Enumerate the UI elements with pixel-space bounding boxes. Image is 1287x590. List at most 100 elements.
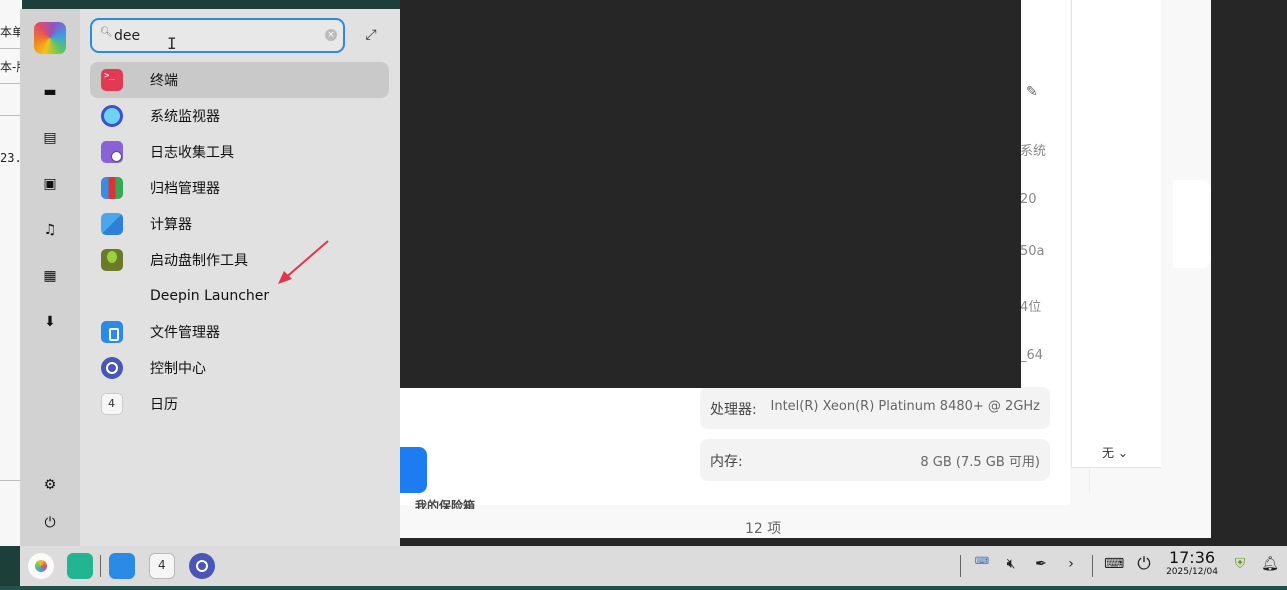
picture-icon[interactable]: ▣ <box>41 175 59 193</box>
vault-label: 我的保险箱 <box>415 499 476 509</box>
keyboard-icon[interactable]: ⌨ <box>1104 556 1124 572</box>
volume-muted-icon[interactable]: 🔇︎ <box>1001 556 1021 572</box>
fullscreen-icon[interactable]: ⤢ <box>362 27 380 45</box>
edit-icon[interactable]: ✎ <box>1026 84 1038 100</box>
app-item-system-monitor[interactable]: 系统监视器 <box>90 98 389 134</box>
file-manager-icon <box>101 321 123 343</box>
boot-maker-icon <box>101 249 123 271</box>
app-item-calculator[interactable]: 计算器 <box>90 206 389 242</box>
background-text-fragment: 23. <box>0 151 22 165</box>
memory-label: 内存: <box>710 454 743 470</box>
app-name: Deepin Launcher <box>150 288 270 304</box>
divider <box>0 115 22 116</box>
search-results-list: 终端 系统监视器 日志收集工具 归档管理器 计算器 启动盘制作工具 <box>90 62 389 422</box>
processor-value: Intel(R) Xeon(R) Platinum 8480+ @ 2GHz <box>770 399 1041 414</box>
app-name: 控制中心 <box>150 361 206 377</box>
select-dropdown[interactable]: 无 ⌄ <box>1102 444 1128 461</box>
app-name: 日志收集工具 <box>150 145 234 161</box>
divider <box>1092 555 1093 577</box>
app-item-deepin-launcher[interactable]: Deepin Launcher <box>90 278 389 314</box>
info-value-fragment: 20 <box>1020 192 1037 207</box>
processor-row: 处理器: Intel(R) Xeon(R) Platinum 8480+ @ 2… <box>700 387 1050 429</box>
calendar-day: 4 <box>158 558 166 572</box>
side-panel: 无 ⌄ <box>1071 0 1161 468</box>
calendar-day: 4 <box>108 397 115 410</box>
app-launcher: ▬ ▤ ▣ ♫ ▦ ⬇ ⚙ ⏻ 🔍︎ × ⤢ 终端 系统监视器 日志收集工具 <box>20 9 400 546</box>
app-name: 归档管理器 <box>150 181 220 197</box>
launcher-icon[interactable] <box>28 553 54 579</box>
terminal-window-background <box>400 0 1021 388</box>
divider <box>0 48 22 49</box>
processor-label: 处理器: <box>710 402 757 418</box>
calendar-icon[interactable]: 4 <box>149 553 175 579</box>
power-icon[interactable]: ⏻ <box>41 514 59 532</box>
info-value-fragment: 系统 <box>1020 144 1047 159</box>
search-box[interactable]: 🔍︎ × <box>90 18 345 53</box>
floating-card <box>1173 180 1211 268</box>
log-viewer-icon <box>101 141 123 163</box>
multitask-view-icon[interactable] <box>67 553 93 579</box>
deepin-logo-icon[interactable] <box>34 22 66 54</box>
background-window-left: 本单 本-版 23. <box>0 0 28 546</box>
divider <box>100 555 101 577</box>
app-item-boot-maker[interactable]: 启动盘制作工具 <box>90 242 389 278</box>
calculator-icon <box>101 213 123 235</box>
document-icon[interactable]: ▤ <box>41 129 59 147</box>
power-icon[interactable]: ⏻ <box>1134 554 1154 574</box>
app-name: 计算器 <box>150 217 192 233</box>
input-method-icon[interactable]: ⌨ <box>972 556 992 567</box>
divider <box>0 480 22 481</box>
divider <box>960 555 961 577</box>
music-icon[interactable]: ♫ <box>41 221 59 239</box>
info-value-fragment: _64 <box>1020 348 1044 363</box>
control-center-icon <box>101 357 123 379</box>
app-item-control-center[interactable]: 控制中心 <box>90 350 389 386</box>
terminal-icon <box>101 69 123 91</box>
app-name: 终端 <box>150 73 178 89</box>
app-item-file-manager[interactable]: 文件管理器 <box>90 314 389 350</box>
desktop-icon[interactable]: ▬ <box>41 83 59 101</box>
notification-bell-icon[interactable]: 🔔︎ <box>1260 556 1280 572</box>
archive-manager-icon <box>101 177 123 199</box>
desktop-edge <box>0 586 1287 590</box>
chevron-right-icon[interactable]: › <box>1061 556 1081 572</box>
clear-icon[interactable]: × <box>325 29 337 41</box>
clock-time: 17:36 <box>1168 548 1216 567</box>
missing-app-icon <box>101 285 123 307</box>
app-item-log-viewer[interactable]: 日志收集工具 <box>90 134 389 170</box>
dark-window-edge <box>400 538 1211 546</box>
annotation-arrow <box>278 240 329 284</box>
app-name: 日历 <box>150 397 178 413</box>
blue-button[interactable] <box>400 447 427 493</box>
settings-icon[interactable]: ⚙ <box>41 476 59 494</box>
pen-icon[interactable]: ✒ <box>1031 556 1051 572</box>
taskbar: 4 ⌨ 🔇︎ ✒ › ⌨ ⏻ 17:36 2025/12/04 ⛨ 🔔︎ <box>20 546 1287 586</box>
memory-value: 8 GB (7.5 GB 可用) <box>920 455 1040 470</box>
file-manager-icon[interactable] <box>109 553 135 579</box>
select-value: 无 <box>1102 446 1115 460</box>
launcher-sidebar: ▬ ▤ ▣ ♫ ▦ ⬇ ⚙ ⏻ <box>20 9 80 546</box>
launcher-main: 🔍︎ × ⤢ 终端 系统监视器 日志收集工具 归档管理器 <box>80 9 400 546</box>
calendar-icon: 4 <box>101 393 123 415</box>
dark-window-edge <box>1211 0 1287 546</box>
control-center-icon[interactable] <box>189 553 215 579</box>
app-item-calendar[interactable]: 4 日历 <box>90 386 389 422</box>
text-cursor-icon: I <box>167 34 177 53</box>
clock[interactable]: 17:36 2025/12/04 <box>1160 548 1224 577</box>
app-name: 系统监视器 <box>150 109 220 125</box>
info-value-fragment: 4位 <box>1020 300 1042 315</box>
app-item-terminal[interactable]: 终端 <box>90 62 389 98</box>
search-input[interactable] <box>114 26 314 46</box>
search-icon: 🔍︎ <box>100 27 113 38</box>
security-shield-icon[interactable]: ⛨ <box>1230 556 1250 572</box>
video-icon[interactable]: ▦ <box>41 267 59 285</box>
app-name: 启动盘制作工具 <box>150 253 248 269</box>
info-value-fragment: 50a <box>1020 244 1045 259</box>
divider <box>0 83 22 84</box>
app-name: 文件管理器 <box>150 325 220 341</box>
system-monitor-icon <box>101 105 123 127</box>
download-icon[interactable]: ⬇ <box>41 313 59 331</box>
item-count: 12 项 <box>745 521 782 537</box>
memory-row: 内存: 8 GB (7.5 GB 可用) <box>700 439 1050 481</box>
app-item-archive-manager[interactable]: 归档管理器 <box>90 170 389 206</box>
